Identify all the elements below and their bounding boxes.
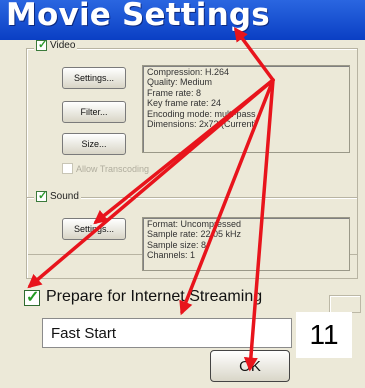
internet-streaming-label: Prepare for Internet Streaming [46,288,263,305]
ok-button[interactable]: OK [210,350,290,382]
sound-info-line: Sample size: 8 [147,239,207,250]
streaming-options-button[interactable] [329,295,361,313]
video-info-line: Key frame rate: 24 [147,98,222,109]
video-label: Video [50,40,76,51]
sound-info-line: Format: Uncompressed [147,219,242,229]
video-info-line: Frame rate: 8 [147,87,202,98]
filter-button[interactable]: Filter... [62,101,126,123]
sound-info-line: Sample rate: 22.05 kHz [147,229,242,240]
allow-transcoding-label: Allow Transcoding [76,163,150,174]
video-info-line: Compression: H.264 [147,67,230,77]
video-checkbox[interactable]: ✓ [36,39,48,51]
allow-transcoding-checkbox[interactable] [62,163,73,174]
title-bar[interactable]: Movie Settings [0,0,365,40]
video-legend: ✓ Video [34,39,78,51]
checkmark-icon: ✓ [38,190,48,202]
step-number-badge: 11 [296,312,352,358]
video-info-line: Encoding mode: multi-pass [147,108,256,119]
sound-checkbox[interactable]: ✓ [36,190,48,202]
dialog-title: Movie Settings [6,0,270,33]
checkmark-icon: ✓ [38,39,48,51]
sound-legend: ✓ Sound [34,190,81,202]
video-info-line: Quality: Medium [147,77,213,88]
video-info-line: Dimensions: 2x72 (Current) [147,119,258,130]
sound-info-box: Format: Uncompressed Sample rate: 22.05 … [142,217,350,271]
sound-info-line: Channels: 1 [147,250,196,261]
streaming-method-select[interactable]: Fast Start [42,318,292,348]
size-button[interactable]: Size... [62,133,126,155]
checkmark-icon: ✓ [26,289,40,306]
internet-streaming-checkbox[interactable]: ✓ [24,289,40,306]
sound-settings-button[interactable]: Settings... [62,218,126,240]
video-info-box: Compression: H.264 Quality: Medium Frame… [142,65,350,153]
sound-label: Sound [50,191,79,202]
video-settings-button[interactable]: Settings... [62,67,126,89]
allow-transcoding-option: Allow Transcoding [62,163,149,174]
